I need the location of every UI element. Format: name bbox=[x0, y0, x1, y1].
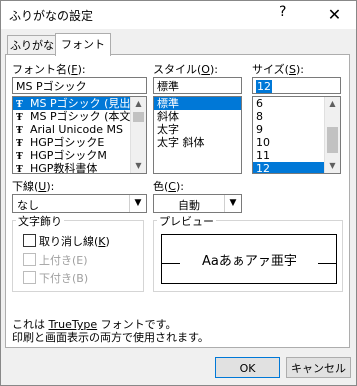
font-list-item[interactable]: Ŧ Arial Unicode MS bbox=[13, 123, 146, 136]
font-dialog: ふりがなの設定 ? ✕ ふりがな フォント フォント名(F): MS Pゴシック… bbox=[0, 0, 357, 386]
style-item-label: 標準 bbox=[157, 97, 179, 110]
size-item-label: 12 bbox=[256, 162, 270, 174]
chevron-down-icon[interactable]: ▼ bbox=[129, 195, 146, 212]
size-list-scrollbar[interactable]: ▲ ▼ bbox=[324, 97, 340, 173]
font-name-input[interactable]: MS Pゴシック bbox=[12, 77, 147, 94]
style-list-item[interactable]: 太字 bbox=[154, 123, 241, 136]
size-item-label: 11 bbox=[256, 149, 270, 162]
ok-button[interactable]: OK bbox=[215, 357, 280, 378]
font-item-label: HGPゴシックE bbox=[30, 136, 105, 149]
font-item-label: MS Pゴシック (本文 bbox=[30, 110, 131, 123]
strikethrough-label: 取り消し線(K) bbox=[39, 235, 110, 248]
tab-font[interactable]: フォント bbox=[55, 33, 111, 56]
style-label: スタイル(O): bbox=[153, 63, 218, 76]
scroll-down-icon[interactable]: ▼ bbox=[325, 159, 340, 173]
font-name-label: フォント名(F): bbox=[12, 63, 86, 76]
font-info-line1: これは TrueType フォントです。 bbox=[12, 318, 177, 331]
color-value: 自動 bbox=[178, 199, 200, 212]
preview-box: Aaあぁアァ亜宇 bbox=[161, 234, 337, 284]
style-item-label: 太字 bbox=[157, 123, 179, 136]
font-name-list[interactable]: Ŧ MS Pゴシック (見出 Ŧ MS Pゴシック (本文 Ŧ Arial Unicode… bbox=[12, 96, 147, 174]
font-item-label: MS Pゴシック (見出 bbox=[30, 97, 131, 110]
style-item-label: 斜体 bbox=[157, 110, 179, 123]
style-input[interactable]: 標準 bbox=[153, 77, 242, 94]
close-button[interactable]: ✕ bbox=[313, 1, 356, 29]
size-item-label: 10 bbox=[256, 136, 270, 149]
preview-baseline-right bbox=[318, 263, 336, 264]
font-list-scrollbar[interactable]: ▲ ▼ bbox=[130, 97, 146, 173]
style-list-item[interactable]: 斜体 bbox=[154, 110, 241, 123]
superscript-checkbox bbox=[23, 253, 36, 266]
style-list-item[interactable]: 標準 bbox=[154, 97, 241, 110]
color-select[interactable]: 自動 ▼ bbox=[153, 194, 242, 213]
tab-furigana[interactable]: ふりがな bbox=[7, 35, 57, 55]
font-item-label: Arial Unicode MS bbox=[30, 123, 123, 136]
size-item-label: 9 bbox=[256, 123, 263, 136]
help-button[interactable]: ? bbox=[279, 4, 286, 20]
font-list-item[interactable]: Ŧ MS Pゴシック (見出 bbox=[13, 97, 146, 110]
scroll-thumb[interactable] bbox=[133, 112, 144, 122]
font-info-text: これは TrueType フォントです。 印刷と画面表示の両方で使用されます。 bbox=[12, 318, 209, 344]
preview-title: プレビュー bbox=[157, 213, 216, 229]
font-list-item[interactable]: Ŧ HGPゴシックE bbox=[13, 136, 146, 149]
style-item-label: 太字 斜体 bbox=[157, 136, 205, 149]
font-item-label: HGPゴシックM bbox=[30, 149, 107, 162]
underline-value: なし bbox=[17, 199, 39, 212]
truetype-icon: Ŧ bbox=[16, 165, 23, 174]
size-label: サイズ(S): bbox=[252, 63, 304, 76]
scroll-down-icon[interactable]: ▼ bbox=[131, 159, 146, 173]
font-item-label: HGP教科書体 bbox=[30, 162, 98, 174]
size-item-label: 6 bbox=[256, 97, 263, 110]
title-bar: ふりがなの設定 ? ✕ bbox=[1, 1, 356, 29]
font-info-line2: 印刷と画面表示の両方で使用されます。 bbox=[12, 331, 209, 344]
scroll-thumb[interactable] bbox=[327, 127, 338, 153]
window-title: ふりがなの設定 bbox=[9, 9, 94, 23]
scroll-up-icon[interactable]: ▲ bbox=[325, 97, 340, 111]
font-tab-panel: フォント名(F): MS Pゴシック Ŧ MS Pゴシック (見出 Ŧ MS Pゴシッ… bbox=[5, 54, 350, 348]
size-input[interactable]: 12 bbox=[252, 77, 341, 94]
strikethrough-checkbox[interactable] bbox=[23, 234, 36, 247]
chevron-down-icon[interactable]: ▼ bbox=[224, 195, 241, 212]
size-list[interactable]: 6 8 9 10 11 12 ▲ ▼ bbox=[252, 96, 341, 174]
style-list[interactable]: 標準 斜体 太字 太字 斜体 bbox=[153, 96, 242, 174]
size-item-label: 8 bbox=[256, 110, 263, 123]
size-input-value: 12 bbox=[256, 80, 272, 93]
subscript-checkbox bbox=[23, 271, 36, 284]
preview-text: Aaあぁアァ亜宇 bbox=[202, 254, 297, 269]
font-list-item[interactable]: Ŧ HGPゴシックM bbox=[13, 149, 146, 162]
superscript-label: 上付き(E) bbox=[39, 254, 88, 267]
preview-baseline-left bbox=[162, 263, 180, 264]
effects-title: 文字飾り bbox=[16, 213, 64, 229]
color-label: 色(C): bbox=[153, 180, 184, 193]
subscript-label: 下付き(B) bbox=[39, 272, 89, 285]
scroll-up-icon[interactable]: ▲ bbox=[131, 97, 146, 111]
font-list-item[interactable]: Ŧ HGP教科書体 bbox=[13, 162, 146, 174]
underline-label: 下線(U): bbox=[12, 180, 55, 193]
font-list-item[interactable]: Ŧ MS Pゴシック (本文 bbox=[13, 110, 146, 123]
style-list-item[interactable]: 太字 斜体 bbox=[154, 136, 241, 149]
cancel-button[interactable]: キャンセル bbox=[286, 357, 351, 378]
underline-select[interactable]: なし ▼ bbox=[12, 194, 147, 213]
